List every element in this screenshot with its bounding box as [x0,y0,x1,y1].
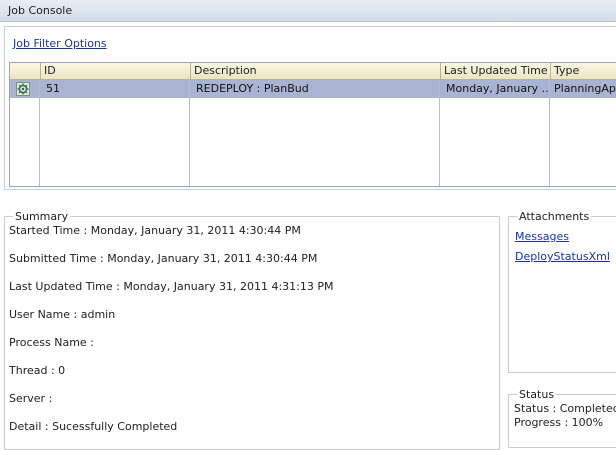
window-title: Job Console [8,4,73,17]
status-legend: Status [519,388,555,401]
progress-text: Progress : 100% [514,416,604,429]
column-header-description[interactable]: Description [190,63,440,79]
thread: Thread : 0 [9,364,66,377]
grid-divider [549,80,550,186]
grid-divider [39,80,40,186]
cell-last-updated: Monday, January ... [446,82,550,95]
table-row[interactable]: 51 REDEPLOY : PlanBud Monday, January ..… [10,80,616,98]
cell-id: 51 [46,82,60,95]
summary-legend: Summary [15,210,69,223]
column-header-icon[interactable] [10,63,40,79]
job-filter-options-link[interactable]: Job Filter Options [13,37,107,50]
job-grid: ID Description Last Updated Time Type 51… [9,62,616,187]
submitted-time: Submitted Time : Monday, January 31, 201… [9,252,318,265]
server: Server : [9,392,53,405]
attachments-legend: Attachments [519,210,590,223]
detail: Detail : Sucessfully Completed [9,420,178,433]
column-header-id[interactable]: ID [40,63,190,79]
deploy-status-xml-link[interactable]: DeployStatusXml [515,250,610,263]
cell-type: PlanningAppl [554,82,616,95]
cell-description: REDEPLOY : PlanBud [196,82,309,95]
column-header-type[interactable]: Type [550,63,616,79]
status-text: Status : Completed [514,402,616,415]
grid-header: ID Description Last Updated Time Type [10,63,616,80]
grid-divider [439,80,440,186]
gear-refresh-icon [16,82,30,96]
user-name: User Name : admin [9,308,116,321]
column-header-last-updated[interactable]: Last Updated Time [440,63,550,79]
process-name: Process Name : [9,336,94,349]
started-time: Started Time : Monday, January 31, 2011 … [9,224,301,237]
title-bar: Job Console [0,0,616,22]
messages-link[interactable]: Messages [515,230,569,243]
last-updated-time: Last Updated Time : Monday, January 31, … [9,280,334,293]
summary-box: Summary [4,210,500,450]
grid-divider [189,80,190,186]
